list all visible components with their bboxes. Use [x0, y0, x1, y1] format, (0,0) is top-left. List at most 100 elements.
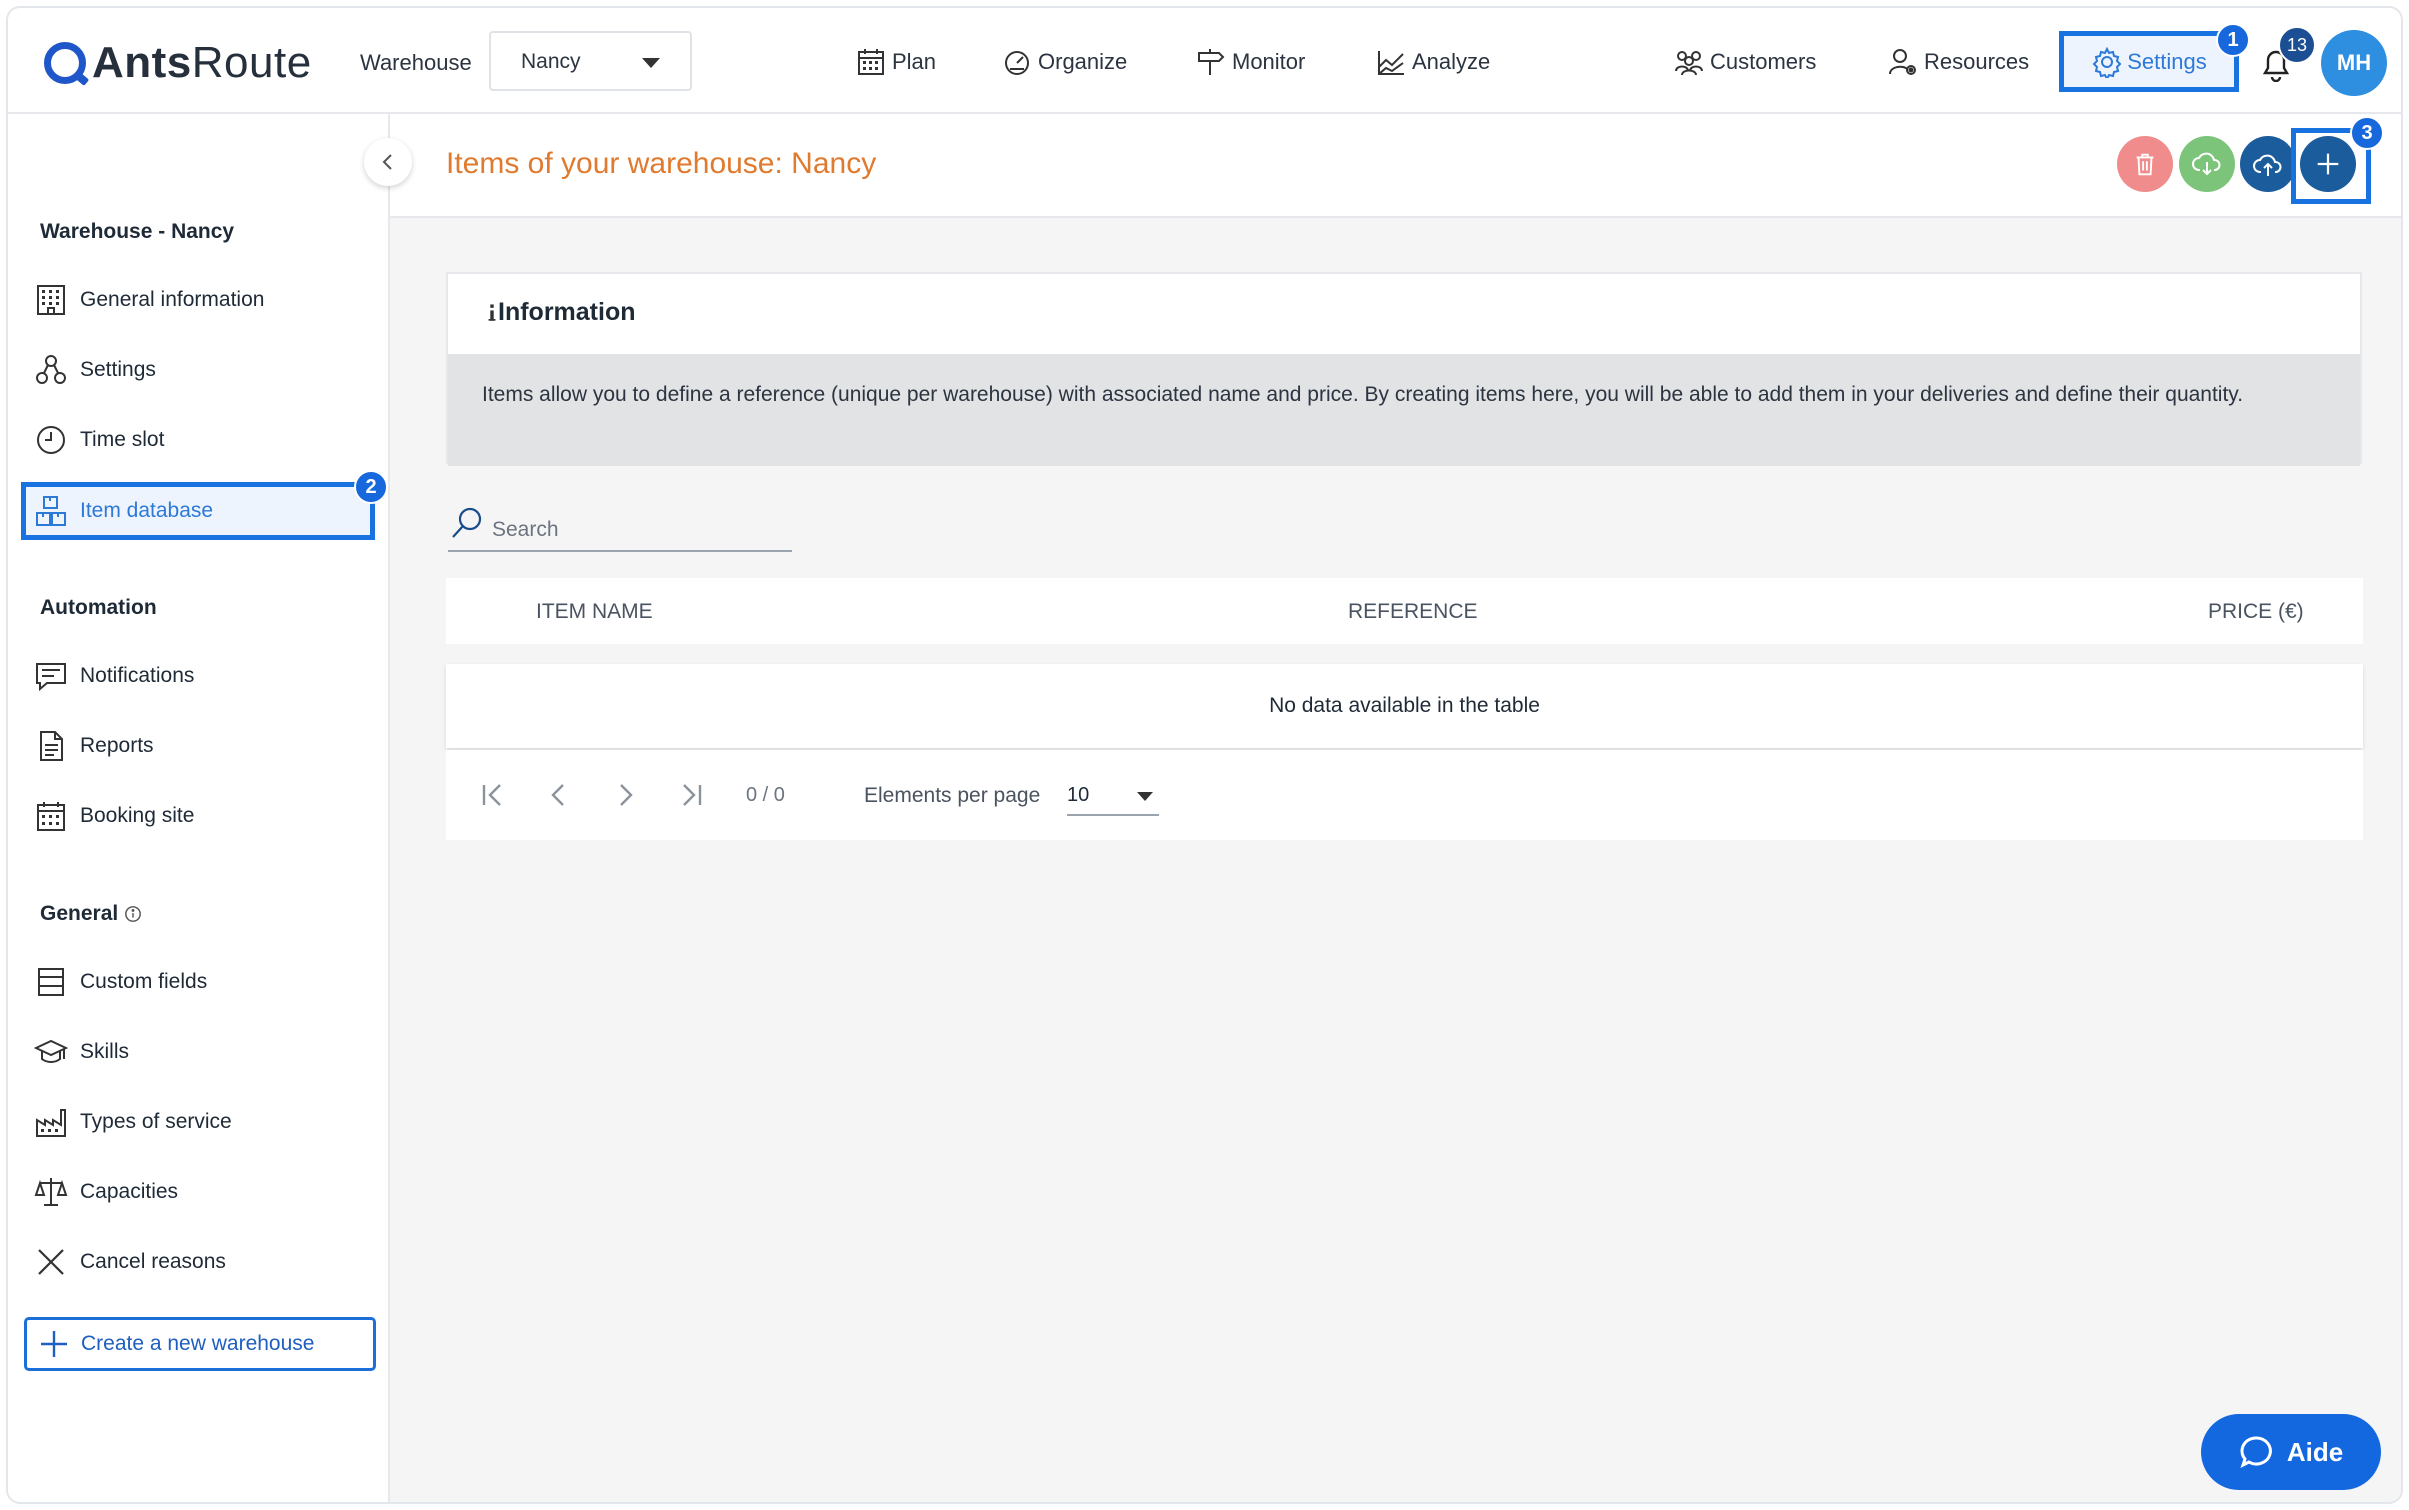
caret-down-icon [642, 58, 660, 68]
sidebar: Warehouse - Nancy General information Se… [8, 114, 390, 1502]
trash-icon [2136, 153, 2154, 176]
step-badge-2: 2 [354, 470, 388, 504]
page-header: Items of your warehouse: Nancy [390, 114, 2401, 218]
warehouse-select[interactable]: Nancy [489, 31, 692, 91]
antsroute-logo[interactable]: AntsRoute [44, 36, 312, 90]
help-chat-button[interactable]: Aide [2201, 1414, 2381, 1490]
message-icon [36, 663, 66, 692]
next-page-icon[interactable] [608, 778, 642, 812]
elements-per-page-select[interactable]: 10 [1067, 776, 1159, 816]
sidebar-item-label: Item database [80, 499, 214, 522]
elements-per-page-label: Elements per page [864, 784, 1041, 807]
scale-icon [34, 1178, 68, 1206]
avatar[interactable]: MH [2321, 30, 2387, 96]
previous-page-icon[interactable] [542, 778, 576, 812]
sidebar-item-label: Skills [80, 1040, 130, 1063]
create-new-warehouse-button[interactable]: Create a new warehouse [24, 1317, 376, 1371]
column-item-name[interactable]: ITEM NAME [536, 600, 653, 624]
table-empty-row: No data available in the table [446, 664, 2363, 748]
cloud-download-icon [2192, 152, 2221, 176]
search-icon [452, 507, 482, 538]
nav-plan-label: Plan [892, 49, 937, 74]
download-button[interactable] [2179, 136, 2235, 192]
nav-resources[interactable]: Resources [1888, 44, 2029, 80]
first-page-icon[interactable] [476, 778, 510, 812]
information-card: Information Items allow you to define a … [446, 272, 2362, 466]
nav-organize-label: Organize [1038, 49, 1128, 74]
sidebar-item-skills[interactable]: Skills [34, 1032, 129, 1072]
warehouse-select-value: Nancy [521, 50, 581, 73]
info-icon [488, 303, 496, 321]
sidebar-item-label: Booking site [80, 804, 195, 827]
molecule-icon [36, 355, 66, 384]
calendar-icon [858, 49, 884, 75]
sidebar-item-label: Time slot [80, 428, 165, 451]
nav-resources-label: Resources [1924, 49, 2030, 74]
nav-customers[interactable]: Customers [1674, 44, 1816, 80]
chevron-left-icon [382, 154, 392, 170]
plus-icon [41, 1331, 67, 1357]
sidebar-section-general-label: General [40, 902, 119, 925]
cloud-upload-icon [2253, 154, 2282, 176]
sidebar-item-cancel-reasons[interactable]: Cancel reasons [34, 1242, 226, 1282]
upload-button[interactable] [2240, 136, 2296, 192]
nav-monitor[interactable]: Monitor [1196, 44, 1305, 80]
nav-plan[interactable]: Plan [856, 44, 936, 80]
sidebar-section-warehouse: Warehouse - Nancy [40, 220, 235, 243]
sidebar-item-time-slot[interactable]: Time slot [34, 420, 164, 460]
column-reference[interactable]: REFERENCE [1348, 600, 1478, 624]
search-input[interactable] [492, 518, 782, 542]
list-icon [38, 968, 64, 996]
sidebar-item-label: Notifications [80, 664, 195, 687]
warehouse-label: Warehouse [360, 50, 472, 75]
sidebar-item-custom-fields[interactable]: Custom fields [34, 962, 207, 1002]
delete-button[interactable] [2117, 136, 2173, 192]
sidebar-item-label: Types of service [80, 1110, 232, 1133]
create-new-warehouse-label: Create a new warehouse [81, 1332, 315, 1355]
sidebar-item-label: Cancel reasons [80, 1250, 226, 1273]
sidebar-item-label: Reports [80, 734, 154, 757]
nav-organize[interactable]: Organize [1002, 44, 1127, 80]
speedometer-icon [1005, 51, 1029, 75]
collapse-sidebar-button[interactable] [364, 138, 412, 186]
nav-analyze[interactable]: Analyze [1376, 44, 1490, 80]
nav-customers-label: Customers [1710, 49, 1817, 74]
sidebar-item-label: Capacities [80, 1180, 179, 1203]
empty-table-message: No data available in the table [1269, 694, 1540, 717]
logo-mark-icon [44, 42, 86, 84]
gear-icon [2092, 46, 2122, 78]
sidebar-item-settings[interactable]: Settings [34, 350, 156, 390]
nav-settings-label: Settings [2127, 48, 2207, 74]
document-icon [40, 731, 63, 761]
info-circle-icon[interactable] [124, 905, 142, 923]
nav-settings[interactable]: Settings [2059, 31, 2239, 92]
information-title-label: Information [498, 298, 636, 326]
column-price[interactable]: PRICE (€) [2208, 600, 2304, 624]
help-chat-label: Aide [2286, 1436, 2344, 1467]
graduation-cap-icon [34, 1039, 68, 1063]
sidebar-item-booking-site[interactable]: Booking site [34, 796, 194, 836]
people-icon [1675, 51, 1703, 76]
factory-icon [36, 1109, 66, 1137]
search-field[interactable] [448, 504, 792, 552]
sidebar-item-types-of-service[interactable]: Types of service [34, 1102, 232, 1142]
sidebar-item-notifications[interactable]: Notifications [34, 656, 194, 696]
building-icon [37, 285, 65, 315]
sidebar-item-capacities[interactable]: Capacities [34, 1172, 178, 1212]
elements-per-page-value: 10 [1067, 784, 1090, 806]
notification-count-badge: 13 [2278, 26, 2316, 64]
sidebar-item-label: Settings [80, 358, 156, 381]
pagination-bar: 0 / 0 Elements per page 10 [446, 750, 2363, 840]
sidebar-item-label: General information [80, 288, 265, 311]
pagination-count: 0 / 0 [746, 784, 785, 806]
signpost-icon [1198, 49, 1225, 75]
table-header: ITEM NAME REFERENCE PRICE (€) [446, 578, 2363, 644]
sidebar-item-general-information[interactable]: General information [34, 280, 264, 320]
sidebar-item-item-database[interactable]: Item database [34, 491, 213, 531]
calendar-grid-icon [37, 802, 65, 831]
sidebar-item-reports[interactable]: Reports [34, 726, 154, 766]
top-bar: AntsRoute Warehouse Nancy Plan Organize … [8, 8, 2401, 114]
last-page-icon[interactable] [674, 778, 708, 812]
caret-down-icon [1137, 792, 1153, 801]
information-title: Information [486, 298, 636, 327]
